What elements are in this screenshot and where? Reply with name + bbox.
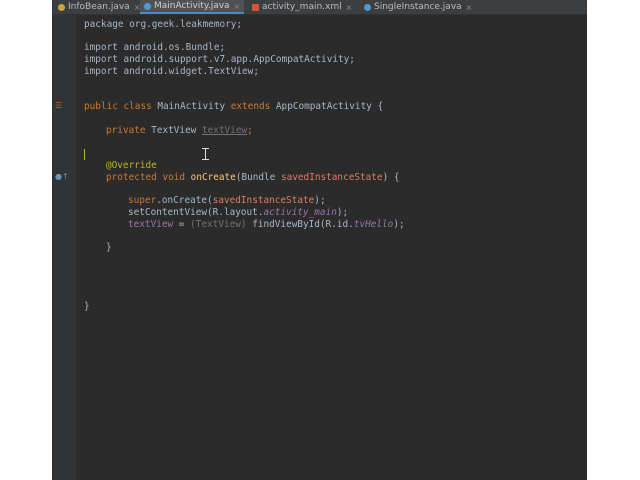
ibeam-cursor-icon (202, 148, 209, 160)
code-line-override-annotation: @Override (106, 160, 157, 171)
close-icon[interactable]: × (346, 3, 353, 12)
java-class-icon (144, 2, 151, 10)
code-line-import-textview: import android.widget.TextView; (84, 66, 259, 77)
code-line-oncreate-signature: protected void onCreate(Bundle savedInst… (106, 172, 400, 183)
code-line-import-appcompat: import android.support.v7.app.AppCompatA… (84, 54, 355, 65)
java-class-icon (364, 3, 371, 11)
code-line-super-oncreate: super.onCreate(savedInstanceState); (128, 195, 326, 206)
code-line-findviewbyid: textView = (TextView) findViewById(R.id.… (128, 219, 405, 230)
code-line-import-bundle: import android.os.Bundle; (84, 42, 226, 53)
text-caret (84, 149, 85, 160)
code-line-class-close-brace: } (84, 301, 90, 312)
code-line-field-declaration: private TextView textView; (106, 125, 253, 136)
tab-mainactivity[interactable]: MainActivity.java × (140, 0, 245, 14)
tab-infobean[interactable]: InfoBean.java × (58, 0, 140, 14)
code-line-method-close-brace: } (106, 242, 112, 253)
close-icon[interactable]: × (234, 2, 241, 11)
java-class-icon (58, 3, 65, 11)
editor-tab-bar: InfoBean.java × MainActivity.java × acti… (52, 0, 587, 15)
code-line-package: package org.geek.leakmemory; (84, 19, 243, 30)
tab-label: MainActivity.java (154, 1, 230, 11)
close-icon[interactable]: × (466, 3, 473, 12)
tab-label: InfoBean.java (68, 2, 130, 12)
tab-label: activity_main.xml (262, 2, 342, 12)
tab-label: SingleInstance.java (374, 2, 462, 12)
code-editor[interactable]: package org.geek.leakmemory; import andr… (52, 15, 587, 480)
ide-window: InfoBean.java × MainActivity.java × acti… (52, 0, 587, 480)
tab-singleinstance[interactable]: SingleInstance.java × (364, 0, 472, 14)
code-line-setcontentview: setContentView(R.layout.activity_main); (128, 207, 349, 218)
xml-layout-icon (252, 3, 259, 11)
code-line-class-declaration: public class MainActivity extends AppCom… (84, 101, 384, 112)
tab-activity-main-xml[interactable]: activity_main.xml × (252, 0, 352, 14)
